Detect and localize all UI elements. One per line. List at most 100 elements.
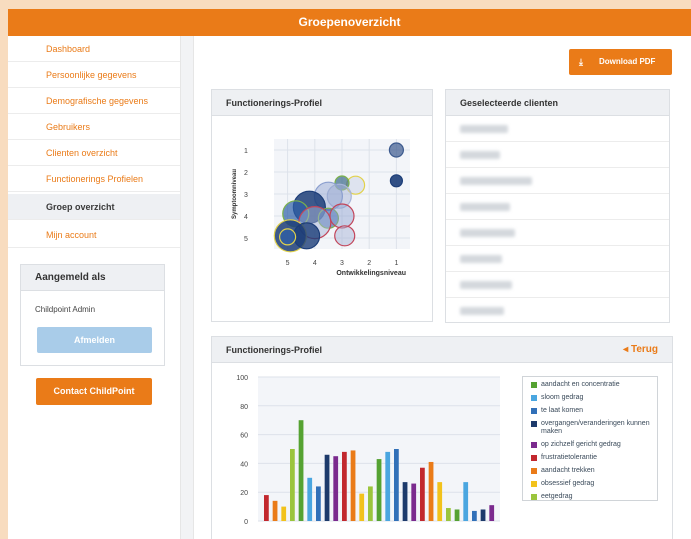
- client-row[interactable]: [446, 220, 669, 246]
- client-row[interactable]: [446, 142, 669, 168]
- client-row[interactable]: [446, 246, 669, 272]
- bar: [350, 450, 356, 521]
- bar: [402, 482, 408, 521]
- sidebar-item-functionerings-profielen[interactable]: Functionerings Profielen: [8, 166, 180, 192]
- legend-swatch: [531, 408, 537, 414]
- client-name-redacted: [460, 203, 510, 211]
- bar-y-tick-label: 100: [236, 375, 248, 382]
- sidebar-item-gebruikers[interactable]: Gebruikers: [8, 114, 180, 140]
- client-row[interactable]: [446, 168, 669, 194]
- client-row[interactable]: [446, 272, 669, 298]
- bar: [359, 493, 365, 521]
- login-user: Childpoint Admin: [35, 305, 96, 314]
- profile-scatter-title: Functionerings-Profiel: [212, 90, 432, 116]
- scatter-chart: 5 4 3 2 1 1 2 3 4 5 Ontwikkelingsniveau Symptoomniv…: [232, 139, 410, 277]
- bar: [264, 495, 269, 521]
- client-row[interactable]: [446, 298, 669, 324]
- bar: [480, 509, 486, 521]
- profile-bar-panel: Functionerings-Profiel ◂ Terug 0 20 40 60 80…: [211, 336, 673, 539]
- legend-label: overgangen/veranderingen kunnen maken: [541, 420, 650, 435]
- bar: [324, 454, 330, 521]
- scatter-x-tick-label: 2: [367, 260, 371, 267]
- bar: [281, 506, 287, 521]
- bar: [385, 451, 391, 521]
- legend-label: frustratietolerantie: [541, 454, 598, 461]
- login-box: Aangemeld als Childpoint Admin Afmelden: [20, 264, 165, 366]
- bar: [489, 505, 495, 521]
- legend-label: op zichzelf gericht gedrag: [541, 441, 621, 448]
- scatter-bubble: [388, 142, 404, 158]
- bar: [420, 467, 425, 521]
- client-name-redacted: [460, 125, 508, 133]
- download-pdf-button[interactable]: ⤓ Download PDF: [569, 49, 672, 75]
- bar: [333, 456, 339, 521]
- client-name-redacted: [460, 255, 502, 263]
- bar-y-tick-label: 80: [240, 404, 248, 411]
- bar: [290, 449, 295, 521]
- scatter-y-tick-label: 3: [244, 192, 248, 199]
- sidebar-item-dashboard[interactable]: Dashboard: [8, 36, 180, 62]
- legend-label: aandacht trekken: [541, 467, 595, 474]
- bar: [307, 477, 313, 521]
- bar: [298, 420, 304, 521]
- bar: [454, 509, 460, 521]
- sidebar-item-demografische-gegevens[interactable]: Demografische gegevens: [8, 88, 180, 114]
- bar: [316, 486, 321, 521]
- app-body: Dashboard Persoonlijke gegevens Demograf…: [8, 36, 691, 539]
- client-name-redacted: [460, 229, 515, 237]
- bar: [342, 451, 347, 521]
- legend-swatch: [531, 494, 537, 500]
- bar: [446, 508, 451, 521]
- legend-label: aandacht en concentratie: [541, 381, 620, 388]
- scatter-y-tick-label: 5: [244, 236, 248, 243]
- legend-swatch: [531, 442, 537, 448]
- sidebar-item-clienten-overzicht[interactable]: Clienten overzicht: [8, 140, 180, 166]
- scatter-bubble: [334, 225, 356, 247]
- scatter-bubble: [278, 228, 297, 246]
- scatter-y-tick-label: 1: [244, 148, 248, 155]
- scatter-x-tick-label: 5: [286, 260, 290, 267]
- bar-y-tick-label: 60: [240, 433, 248, 440]
- client-row[interactable]: [446, 194, 669, 220]
- bar: [272, 500, 278, 521]
- legend-label: sloom gedrag: [541, 394, 584, 401]
- client-name-redacted: [460, 151, 500, 159]
- scatter-y-tick-label: 2: [244, 170, 248, 177]
- back-link-label: Terug: [630, 344, 658, 355]
- scatter-bubble: [293, 222, 321, 250]
- scatter-x-tick-label: 1: [394, 260, 398, 267]
- scatter-x-tick-label: 3: [340, 260, 344, 267]
- sidebar: Dashboard Persoonlijke gegevens Demograf…: [8, 36, 186, 539]
- logout-button[interactable]: Afmelden: [37, 327, 152, 353]
- back-arrow-icon: ◂: [623, 344, 631, 355]
- bar-chart-legend: aandacht en concentratie sloom gedrag te l…: [522, 376, 658, 501]
- legend-swatch: [531, 395, 537, 401]
- scatter-x-tick-label: 4: [313, 260, 317, 267]
- login-title: Aangemeld als: [21, 265, 164, 291]
- sidebar-item-mijn-account[interactable]: Mijn account: [8, 222, 180, 248]
- bar: [394, 449, 399, 521]
- selected-clients-title: Geselecteerde clienten: [446, 90, 669, 116]
- bar: [428, 461, 434, 521]
- profile-bar-title-text: Functionerings-Profiel: [226, 345, 323, 355]
- app-header: Groepenoverzicht: [8, 9, 691, 36]
- sidebar-item-persoonlijke-gegevens[interactable]: Persoonlijke gegevens: [8, 62, 180, 88]
- client-name-redacted: [460, 281, 512, 289]
- main-content: ⤓ Download PDF Functionerings-Profiel 5 4…: [194, 36, 691, 539]
- scatter-y-tick-label: 4: [244, 214, 248, 221]
- client-row[interactable]: [446, 116, 669, 142]
- legend-label: te laat komen: [541, 407, 584, 414]
- legend-label: obsessief gedrag: [541, 480, 595, 487]
- profile-bar-title: Functionerings-Profiel ◂ Terug: [212, 337, 672, 363]
- back-link[interactable]: ◂ Terug: [623, 337, 658, 363]
- bar: [368, 486, 373, 521]
- bar: [411, 483, 417, 521]
- contact-button[interactable]: Contact ChildPoint: [36, 378, 152, 405]
- download-pdf-label: Download PDF: [599, 57, 656, 66]
- legend-swatch: [531, 421, 537, 427]
- selected-clients-panel: Geselecteerde clienten: [445, 89, 670, 323]
- bar: [376, 459, 382, 521]
- sidebar-item-groep-overzicht[interactable]: Groep overzicht: [8, 194, 186, 220]
- download-icon: ⤓: [579, 57, 583, 67]
- bar-y-tick-label: 40: [240, 461, 248, 468]
